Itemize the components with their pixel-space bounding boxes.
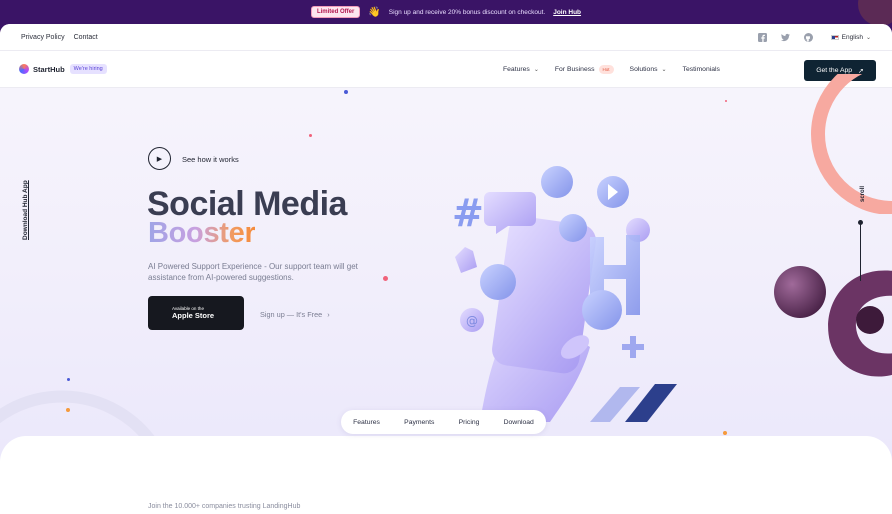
privacy-policy-link[interactable]: Privacy Policy	[21, 34, 65, 41]
twitter-icon[interactable]	[780, 33, 790, 42]
cta-label: Get the App	[816, 67, 853, 74]
page: Privacy Policy Contact English ⌄ StartHu…	[0, 24, 892, 514]
hot-badge: Hot	[598, 65, 614, 74]
nav-item-solutions[interactable]: Solutions ⌄	[630, 66, 667, 73]
announcement-bar: Limited Offer 👋 Sign up and receive 20% …	[0, 0, 892, 24]
decorative-ring	[811, 74, 892, 214]
store-big-label: Apple Store	[172, 311, 215, 320]
nav-item-label: Solutions	[629, 66, 658, 73]
section-nav-features[interactable]: Features	[353, 419, 380, 426]
nav-item-label: Testimonials	[682, 66, 720, 73]
nav-item-testimonials[interactable]: Testimonials	[683, 66, 720, 73]
decorative-3d-shapes	[774, 266, 892, 377]
language-selector[interactable]: English ⌄	[830, 33, 871, 41]
section-nav: Features Payments Pricing Download	[341, 410, 546, 434]
download-hub-app-link[interactable]: Download Hub App	[22, 180, 29, 240]
decorative-dot	[383, 276, 388, 281]
waving-hand-icon: 👋	[368, 6, 381, 18]
svg-text:@: @	[466, 314, 478, 328]
decorative-dot	[67, 378, 70, 381]
announcement-message: Sign up and receive 20% bonus discount o…	[388, 8, 546, 16]
section-nav-download[interactable]: Download	[504, 419, 534, 426]
play-video-button[interactable]: ▶	[148, 147, 171, 170]
play-icon: ▶	[156, 155, 163, 163]
decorative-dot	[723, 431, 727, 435]
signup-link[interactable]: Sign up — It's Free ›	[260, 310, 330, 319]
decorative-dot	[344, 90, 348, 94]
limited-offer-badge: Limited Offer	[310, 6, 361, 18]
chevron-down-icon: ⌄	[533, 67, 539, 73]
brand-logo-icon[interactable]	[19, 64, 29, 74]
hero-description: AI Powered Support Experience - Our supp…	[148, 262, 358, 282]
nav-item-features[interactable]: Features ⌄	[503, 66, 539, 73]
signup-label: Sign up — It's Free	[260, 310, 323, 319]
section-nav-payments[interactable]: Payments	[404, 419, 434, 426]
nav-item-label: Features	[503, 66, 530, 73]
main-nav: StartHub We're hiring Features ⌄ For Bus…	[0, 51, 892, 88]
chevron-down-icon: ⌄	[865, 34, 871, 41]
chevron-right-icon: ›	[327, 310, 330, 319]
svg-text:#: #	[452, 191, 484, 235]
brand-name[interactable]: StartHub	[33, 65, 65, 74]
github-icon[interactable]	[803, 32, 813, 42]
join-hub-link[interactable]: Join Hub	[553, 9, 581, 16]
see-how-it-works-link[interactable]: See how it works	[182, 155, 239, 164]
nav-menu: Features ⌄ For Business Hot Solutions ⌄ …	[503, 51, 720, 88]
language-label: English	[841, 33, 863, 41]
hiring-badge[interactable]: We're hiring	[69, 64, 107, 74]
nav-item-label: For Business	[554, 66, 595, 73]
companies-section	[0, 436, 892, 514]
apple-store-button[interactable]: Available on the Apple Store	[148, 296, 244, 330]
nav-item-for-business[interactable]: For Business Hot	[555, 65, 614, 74]
section-nav-pricing[interactable]: Pricing	[459, 419, 480, 426]
contact-link[interactable]: Contact	[74, 34, 98, 41]
utility-bar: Privacy Policy Contact English ⌄	[0, 24, 892, 51]
decorative-dot	[309, 134, 312, 137]
scroll-label: scroll	[860, 185, 866, 202]
hero-title-accent: Booster	[148, 217, 256, 249]
trust-text: Join the 10.000+ companies trusting Land…	[148, 503, 301, 510]
decorative-dot	[66, 408, 70, 412]
phone-hand-illustration: # @	[452, 166, 677, 422]
us-flag-icon	[830, 34, 839, 40]
decorative-dot	[725, 100, 727, 102]
chevron-down-icon: ⌄	[661, 67, 667, 73]
facebook-icon[interactable]	[757, 32, 767, 42]
scroll-indicator-line	[860, 221, 861, 281]
